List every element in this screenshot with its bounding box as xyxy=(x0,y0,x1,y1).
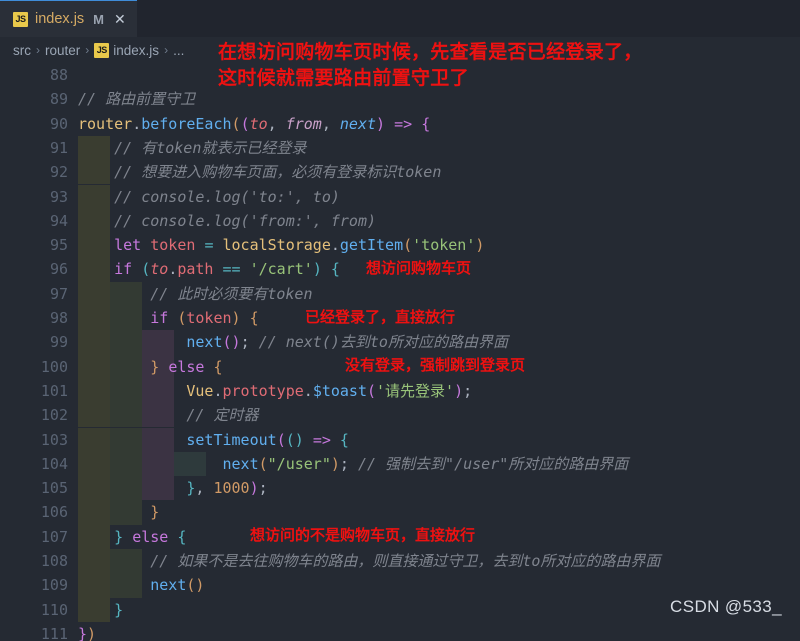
code-text: if (token) { xyxy=(150,309,259,327)
annotation-line98: 已经登录了，直接放行 xyxy=(305,309,456,326)
code-text: }, 1000); xyxy=(186,479,268,498)
csdn-watermark: CSDN @533_ xyxy=(670,597,782,616)
line-number: 101 xyxy=(40,381,68,400)
code-text: router.beforeEach((to, from, next) => { xyxy=(78,114,431,133)
code-line: 103 setTimeout(() => { xyxy=(0,427,800,452)
line-number: 100 xyxy=(40,357,68,376)
line-number: 104 xyxy=(40,454,68,473)
code-line: 109 next() xyxy=(0,573,800,598)
line-number: 96 xyxy=(49,260,68,279)
editor-tab-label: index.js xyxy=(35,11,85,27)
code-text: // 有token就表示已经登录 xyxy=(114,138,307,157)
code-text: } xyxy=(114,600,124,619)
code-line: 111 }) xyxy=(0,622,800,641)
line-number: 105 xyxy=(40,479,68,498)
line-number: 110 xyxy=(40,600,68,619)
code-text: // console.log('from:', from) xyxy=(114,211,377,230)
line-number: 99 xyxy=(49,333,68,352)
code-line: 102 // 定时器 xyxy=(0,403,800,428)
line-number: 91 xyxy=(49,138,68,157)
code-line: 97 // 此时必须要有token xyxy=(0,281,800,306)
line-number: 106 xyxy=(40,503,68,522)
line-number: 97 xyxy=(49,284,68,303)
chevron-right-icon: › xyxy=(164,43,169,57)
code-line: 104 next("/user"); // 强制去到"/user"所对应的路由界… xyxy=(0,451,800,477)
line-number: 102 xyxy=(40,406,68,425)
line-number: 111 xyxy=(40,624,68,641)
code-text: let token = localStorage.getItem('token'… xyxy=(114,236,485,255)
line-number: 95 xyxy=(49,236,68,255)
code-line: 92 // 想要进入购物车页面，必须有登录标识token xyxy=(0,160,800,185)
code-line: 101 Vue.prototype.$toast('请先登录'); xyxy=(0,378,800,404)
code-text: next("/user"); // 强制去到"/user"所对应的路由界面 xyxy=(222,454,629,473)
annotation-line100: 没有登录，强制跳到登录页 xyxy=(345,357,526,374)
code-editor[interactable]: 88 89 // 路由前置守卫 90 router.beforeEach((to… xyxy=(0,63,800,641)
vscode-window: JS index.js M ✕ src › router › JS index.… xyxy=(0,0,800,641)
code-line: 99 next(); // next()去到to所对应的路由界面 xyxy=(0,330,800,355)
code-text: setTimeout(() => { xyxy=(186,430,349,449)
breadcrumb-item-ellipsis[interactable]: ... xyxy=(173,43,184,58)
js-file-icon: JS xyxy=(94,42,110,58)
annotation-header-line2: 这时候就需要路由前置守卫了 xyxy=(218,68,469,89)
annotation-line96: 想访问购物车页 xyxy=(366,260,472,277)
line-number: 98 xyxy=(49,309,68,327)
code-line: 105 }, 1000); xyxy=(0,476,800,501)
code-text: Vue.prototype.$toast('请先登录'); xyxy=(186,381,473,400)
code-text: }) xyxy=(78,624,97,641)
code-text: next(); // next()去到to所对应的路由界面 xyxy=(186,333,508,352)
code-text: // 如果不是去往购物车的路由，则直接通过守卫，去到to所对应的路由界面 xyxy=(150,552,661,570)
dirty-indicator: M xyxy=(93,11,105,27)
code-text: // 此时必须要有token xyxy=(150,284,313,303)
line-number: 93 xyxy=(49,187,68,206)
line-number: 88 xyxy=(49,66,68,84)
chevron-right-icon: › xyxy=(36,43,40,57)
breadcrumb-item-src[interactable]: src xyxy=(13,43,31,58)
annotation-line107: 想访问的不是购物车页，直接放行 xyxy=(250,527,476,544)
code-line: 93 // console.log('to:', to) xyxy=(0,184,800,209)
line-number: 90 xyxy=(49,114,68,133)
line-number: 94 xyxy=(49,211,68,230)
code-line: 108 // 如果不是去往购物车的路由，则直接通过守卫，去到to所对应的路由界面 xyxy=(0,549,800,574)
code-text: } else { xyxy=(114,527,187,546)
code-text: } xyxy=(150,503,160,522)
breadcrumb-item-index-js[interactable]: index.js xyxy=(113,43,159,58)
line-number: 108 xyxy=(40,552,68,570)
annotation-header-line1: 在想访问购物车页时候，先查看是否已经登录了， xyxy=(218,42,643,63)
code-line: 95 let token = localStorage.getItem('tok… xyxy=(0,233,800,258)
code-text: } else { xyxy=(150,357,223,376)
breadcrumb-item-router[interactable]: router xyxy=(45,43,80,58)
chevron-right-icon: › xyxy=(85,43,90,57)
code-text: // 想要进入购物车页面，必须有登录标识token xyxy=(114,163,442,182)
line-number: 92 xyxy=(49,163,68,182)
code-line: 106 } xyxy=(0,500,800,525)
code-line: 91 // 有token就表示已经登录 xyxy=(0,135,800,161)
js-file-icon: JS xyxy=(13,11,28,27)
line-number: 109 xyxy=(40,576,68,595)
editor-tab-bar: JS index.js M ✕ xyxy=(0,0,800,38)
line-number: 103 xyxy=(40,430,68,449)
line-number: 107 xyxy=(40,527,68,546)
close-icon[interactable]: ✕ xyxy=(114,11,126,28)
code-text: // 路由前置守卫 xyxy=(78,90,196,109)
code-line: 90 router.beforeEach((to, from, next) =>… xyxy=(0,112,800,136)
editor-tab-index-js[interactable]: JS index.js M ✕ xyxy=(0,0,137,37)
code-text: // 定时器 xyxy=(186,406,259,425)
line-number: 89 xyxy=(49,90,68,109)
code-line: 94 // console.log('from:', from) xyxy=(0,208,800,234)
code-text: if (to.path == '/cart') { xyxy=(114,260,340,279)
code-text: next() xyxy=(150,576,205,595)
code-text: // console.log('to:', to) xyxy=(114,187,340,206)
